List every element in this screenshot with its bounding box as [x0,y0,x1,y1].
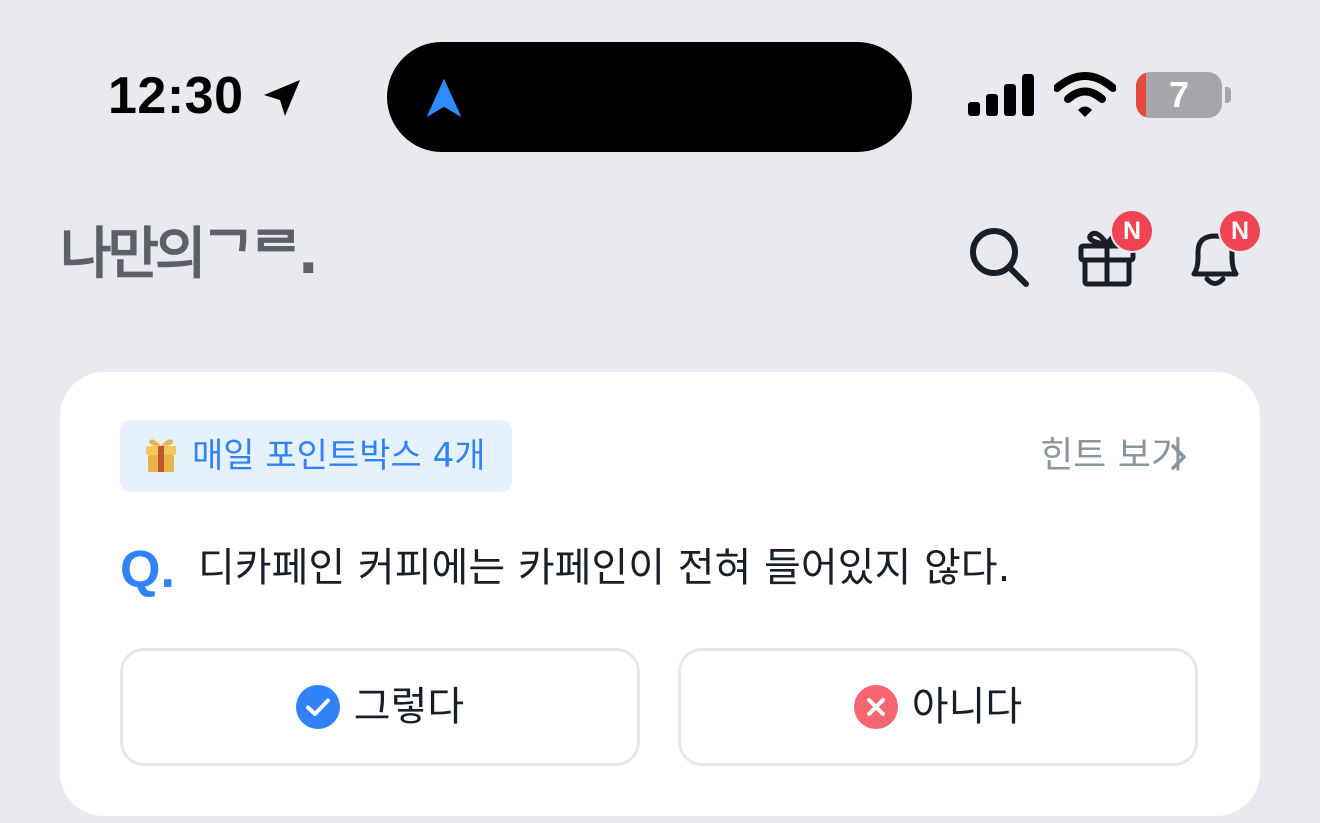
cellular-signal-icon [968,74,1034,116]
wifi-icon [1054,72,1116,117]
chevron-right-icon[interactable] [1168,442,1190,472]
daily-points-label: 매일 포인트박스 4개 [192,436,486,476]
question-marker: Q. [120,541,175,599]
dynamic-island [387,42,912,152]
check-circle-icon [295,685,340,729]
gift-emoji-icon [146,439,176,472]
navigation-arrow-icon [426,78,462,118]
bell-new-badge: N [1218,209,1262,253]
x-circle-icon [853,685,898,729]
app-logo[interactable]: 나만의ᄀᄅ. [60,222,319,288]
answer-yes-label: 그렇다 [353,684,465,730]
daily-points-chip[interactable]: 매일 포인트박스 4개 [120,420,512,492]
battery-icon: 7 [1136,72,1232,118]
location-arrow-icon [264,80,300,116]
answer-yes-button[interactable]: 그렇다 [120,648,640,766]
status-time: 12:30 [108,67,244,125]
answer-no-label: 아니다 [911,684,1023,730]
quiz-card: 매일 포인트박스 4개 힌트 보기 Q. 디카페인 커피에는 카페인이 전혀 들… [60,372,1260,816]
hint-link[interactable]: 힌트 보기 [1040,420,1184,492]
question-text: 디카페인 커피에는 카페인이 전혀 들어있지 않다. [198,545,1011,591]
search-icon[interactable] [964,222,1034,292]
answer-no-button[interactable]: 아니다 [678,648,1198,766]
battery-level-text: 7 [1168,74,1190,115]
status-bar: 12:30 7 [0,0,1320,190]
gift-new-badge: N [1110,209,1154,253]
